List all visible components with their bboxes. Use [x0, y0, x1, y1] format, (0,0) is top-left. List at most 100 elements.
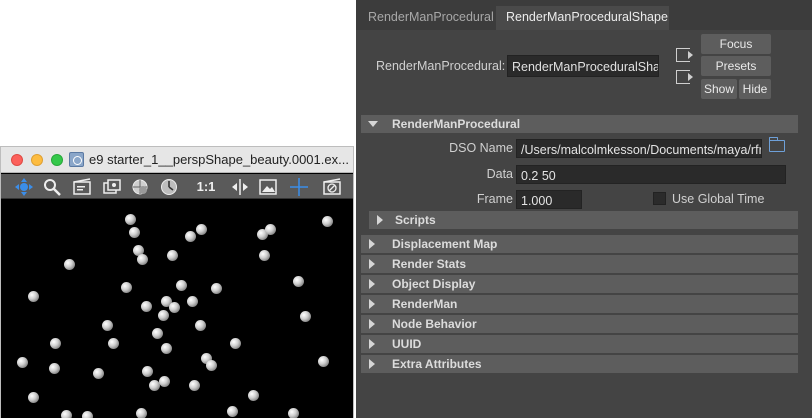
section-label: Object Display [392, 277, 476, 291]
window-title-bar[interactable]: e9 starter_1__perspShape_beauty.0001.ex.… [1, 147, 353, 173]
particle [61, 410, 72, 418]
particle [129, 227, 140, 238]
data-field[interactable]: 0.2 50 [516, 165, 786, 184]
chevron-right-icon [369, 259, 375, 269]
image-icon[interactable] [257, 176, 279, 197]
render-view-window: e9 starter_1__perspShape_beauty.0001.ex.… [0, 146, 354, 418]
particle [141, 301, 152, 312]
particle [265, 224, 276, 235]
use-global-time-checkbox[interactable] [653, 192, 666, 205]
particle [167, 250, 178, 261]
particle [121, 282, 132, 293]
frame-label: Frame [476, 192, 513, 206]
dso-name-label: DSO Name [449, 141, 513, 155]
section-label: Node Behavior [392, 317, 477, 331]
folder-icon[interactable] [769, 137, 785, 152]
hide-button[interactable]: Hide [739, 79, 771, 99]
particle [50, 338, 61, 349]
chevron-down-icon [368, 121, 378, 127]
ratio-1to1-icon[interactable]: 1:1 [193, 176, 219, 197]
render-image [1, 200, 353, 418]
clapboard-disabled-icon[interactable] [321, 176, 343, 197]
particle [196, 224, 207, 235]
move-icon[interactable] [13, 176, 35, 197]
sphere-render-icon[interactable] [129, 176, 151, 197]
particle [169, 302, 180, 313]
crosshair-icon[interactable] [288, 176, 310, 197]
select-output-icon[interactable] [676, 70, 693, 84]
particle [322, 216, 333, 227]
section-rendermanprocedural[interactable]: RenderManProcedural [361, 115, 798, 133]
particle [230, 338, 241, 349]
particle [211, 283, 222, 294]
particle [206, 360, 217, 371]
document-icon [69, 152, 84, 167]
particle [176, 280, 187, 291]
particle [102, 320, 113, 331]
render-toolbar: 1:1 [1, 174, 353, 199]
section-node-behavior[interactable]: Node Behavior [361, 315, 798, 333]
attribute-editor: RenderManProcedural RenderManProceduralS… [356, 0, 812, 418]
particle [288, 408, 299, 418]
chevron-right-icon [369, 239, 375, 249]
section-uuid[interactable]: UUID [361, 335, 798, 353]
particle [108, 338, 119, 349]
section-displacement-map[interactable]: Displacement Map [361, 235, 798, 253]
node-name-label: RenderManProcedural: [376, 59, 506, 73]
section-label: RenderManProcedural [392, 117, 521, 131]
node-name-field[interactable]: RenderManProceduralShape [507, 55, 659, 77]
zoom-icon[interactable] [41, 176, 63, 197]
particle [17, 357, 28, 368]
particle [161, 343, 172, 354]
particle [93, 368, 104, 379]
section-scripts[interactable]: Scripts [369, 211, 798, 229]
particle [259, 250, 270, 261]
maximize-icon[interactable] [51, 154, 63, 166]
show-button[interactable]: Show [701, 79, 737, 99]
particle [142, 366, 153, 377]
snapshot-icon[interactable] [101, 176, 123, 197]
section-label: UUID [392, 337, 422, 351]
split-compare-icon[interactable] [229, 176, 251, 197]
section-label: RenderMan [392, 297, 458, 311]
particle [49, 363, 60, 374]
use-global-time-label: Use Global Time [672, 192, 765, 206]
tab-rendermanproceduralshape[interactable]: RenderManProceduralShape [496, 6, 669, 30]
particle [28, 392, 39, 403]
clapboard-icon[interactable] [71, 176, 93, 197]
particle [137, 254, 148, 265]
section-renderman[interactable]: RenderMan [361, 295, 798, 313]
section-label: Scripts [395, 213, 436, 227]
particle [152, 328, 163, 339]
particle [158, 310, 169, 321]
clock-icon[interactable] [158, 176, 180, 197]
particle [300, 311, 311, 322]
particle [82, 411, 93, 418]
presets-button[interactable]: Presets [701, 56, 771, 76]
chevron-right-icon [377, 215, 383, 225]
particle [227, 406, 238, 417]
particle [136, 408, 147, 418]
select-input-icon[interactable] [676, 48, 693, 62]
frame-field[interactable]: 1.000 [516, 190, 582, 209]
window-title: e9 starter_1__perspShape_beauty.0001.ex.… [89, 152, 349, 167]
particle [28, 291, 39, 302]
particle [185, 231, 196, 242]
chevron-right-icon [369, 339, 375, 349]
section-extra-attributes[interactable]: Extra Attributes [361, 355, 798, 373]
chevron-right-icon [369, 279, 375, 289]
particle [187, 296, 198, 307]
particle [195, 320, 206, 331]
data-label: Data [486, 167, 513, 181]
chevron-right-icon [369, 319, 375, 329]
close-icon[interactable] [11, 154, 23, 166]
particle [125, 214, 136, 225]
chevron-right-icon [369, 299, 375, 309]
section-object-display[interactable]: Object Display [361, 275, 798, 293]
tab-rendermanprocedural[interactable]: RenderManProcedural [358, 6, 494, 30]
dso-name-field[interactable]: /Users/malcolmkesson/Documents/maya/rfr [516, 139, 762, 158]
focus-button[interactable]: Focus [701, 34, 771, 54]
minimize-icon[interactable] [31, 154, 43, 166]
section-render-stats[interactable]: Render Stats [361, 255, 798, 273]
tab-bar: RenderManProcedural RenderManProceduralS… [356, 0, 812, 30]
